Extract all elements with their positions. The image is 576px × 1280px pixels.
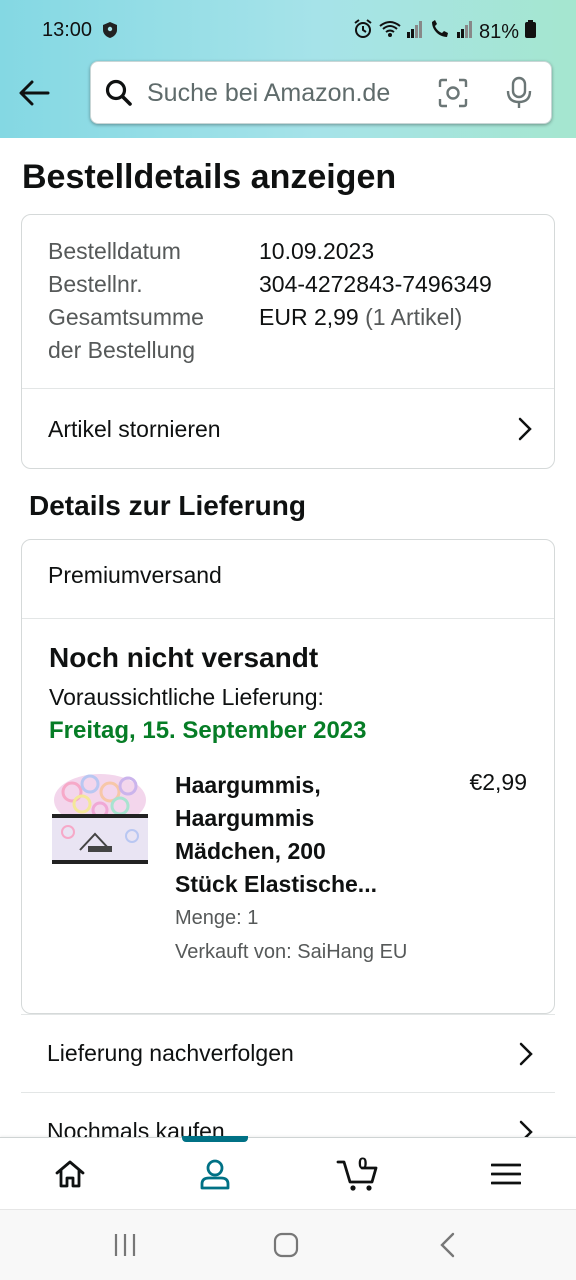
order-total-amount: EUR 2,99 [259, 304, 359, 330]
order-total-value: EUR 2,99 (1 Artikel) [259, 301, 492, 334]
order-summary-card: Bestelldatum Bestellnr. Gesamtsumme der … [21, 214, 555, 469]
shipping-method: Premiumversand [48, 562, 222, 588]
order-number-label: Bestellnr. [48, 271, 143, 297]
order-values: 10.09.2023 304-4272843-7496349 EUR 2,99 … [259, 235, 492, 334]
expected-delivery-date: Freitag, 15. September 2023 [49, 717, 367, 744]
page-title: Bestelldetails anzeigen [22, 158, 397, 196]
chevron-right-icon [519, 1042, 533, 1065]
battery-icon [525, 20, 536, 44]
alarm-icon [353, 19, 373, 45]
signal-icon-2 [456, 20, 473, 44]
status-bar: 13:00 81% [0, 0, 576, 60]
product-title-line: Stück Elastische... [175, 871, 377, 897]
expected-delivery-label: Voraussichtliche Lieferung: [49, 684, 324, 710]
nav-home[interactable] [25, 1138, 115, 1210]
search-bar[interactable] [90, 61, 552, 124]
system-navigation-bar [0, 1209, 576, 1280]
app-header: 13:00 81% [0, 0, 576, 138]
order-total-items: (1 Artikel) [365, 304, 463, 330]
order-total-label-1: Gesamtsumme [48, 304, 204, 330]
order-labels: Bestelldatum Bestellnr. Gesamtsumme der … [48, 235, 204, 367]
back-button[interactable] [14, 76, 54, 110]
product-title-line: Mädchen, 200 [175, 838, 326, 864]
camera-scan-icon[interactable] [438, 78, 468, 108]
order-date-value: 10.09.2023 [259, 238, 375, 264]
nav-menu[interactable] [461, 1138, 551, 1210]
order-date-label: Bestelldatum [48, 238, 181, 264]
signal-icon [406, 20, 423, 44]
recents-icon [114, 1234, 136, 1256]
home-icon [55, 1160, 85, 1188]
delivery-section-title: Details zur Lieferung [29, 490, 306, 521]
product-title-line: Haargummis [175, 805, 315, 831]
chevron-right-icon [518, 417, 532, 441]
home-circle-icon [273, 1232, 299, 1258]
battery-percent: 81% [478, 20, 519, 43]
shipment-status: Noch nicht versandt [49, 642, 319, 673]
account-icon [200, 1159, 230, 1190]
search-icon [105, 79, 132, 106]
search-input[interactable] [147, 76, 417, 110]
track-delivery-label: Lieferung nachverfolgen [47, 1040, 294, 1066]
status-time: 13:00 [42, 19, 93, 41]
nav-account[interactable] [170, 1138, 260, 1210]
nav-cart[interactable]: 0 [313, 1138, 403, 1210]
order-number-value: 304-4272843-7496349 [259, 271, 492, 297]
divider [22, 618, 554, 619]
microphone-icon[interactable] [506, 76, 532, 110]
order-total-label-2: der Bestellung [48, 337, 196, 363]
system-back-button[interactable] [438, 1232, 456, 1263]
product-title-line: Haargummis, [175, 772, 321, 798]
cart-count-badge: 0 [358, 1154, 368, 1173]
status-icons: 81% [353, 19, 536, 45]
menu-icon [491, 1163, 521, 1185]
delivery-card: Premiumversand Noch nicht versandt Vorau… [21, 539, 555, 1014]
cancel-items-link[interactable]: Artikel stornieren [22, 389, 554, 469]
cancel-items-label: Artikel stornieren [48, 415, 221, 442]
back-chevron-icon [440, 1232, 455, 1258]
product-seller: Verkauft von: SaiHang EU [175, 941, 408, 963]
wifi-icon [379, 20, 401, 44]
recents-button[interactable] [113, 1232, 137, 1263]
wifi-call-icon [429, 20, 451, 44]
product-title-link[interactable]: Haargummis, Haargummis Mädchen, 200 Stüc… [175, 769, 425, 901]
bottom-navigation: 0 [0, 1136, 576, 1210]
shield-icon [103, 22, 117, 43]
track-delivery-link[interactable]: Lieferung nachverfolgen [21, 1014, 555, 1092]
home-button[interactable] [273, 1232, 299, 1263]
product-price: €2,99 [469, 769, 527, 795]
product-image[interactable] [50, 770, 150, 870]
product-quantity: Menge: 1 [175, 907, 259, 929]
back-arrow-icon [19, 80, 50, 106]
